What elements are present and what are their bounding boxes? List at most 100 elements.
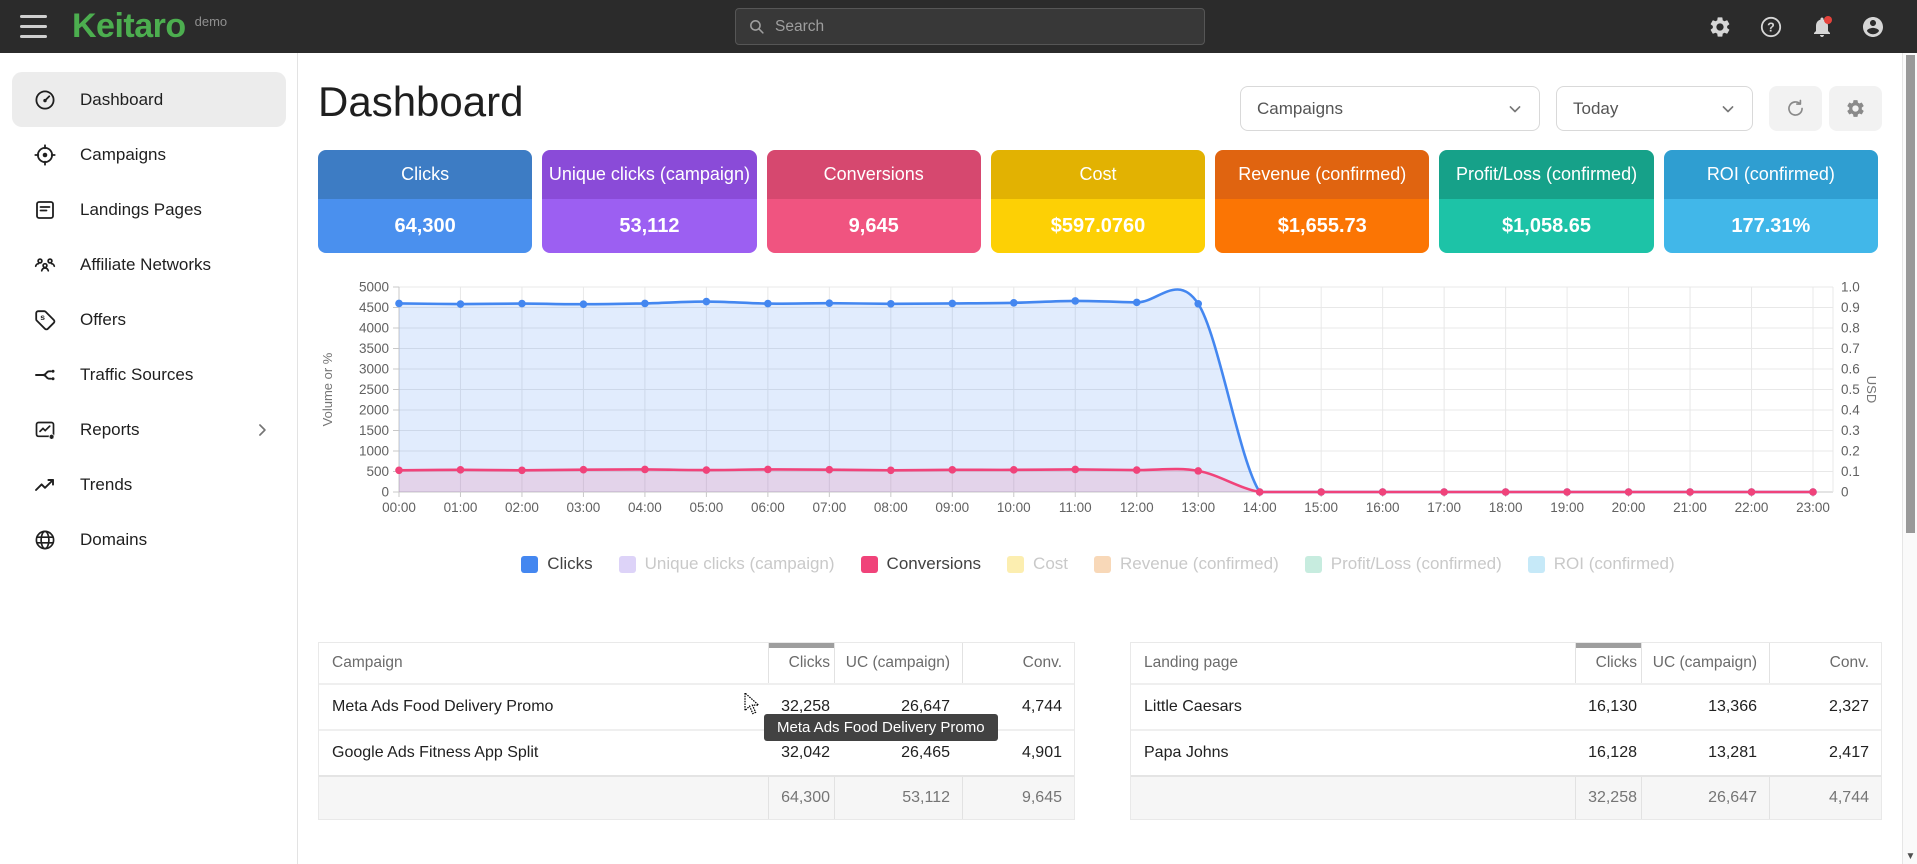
metric-card-clicks[interactable]: Clicks64,300 xyxy=(318,150,532,253)
svg-text:0.4: 0.4 xyxy=(1841,403,1860,418)
svg-text:10:00: 10:00 xyxy=(997,500,1031,515)
totals-value: 64,300 xyxy=(768,777,834,819)
column-header-conv[interactable]: Conv. xyxy=(1769,643,1881,683)
metric-label: Cost xyxy=(991,150,1205,199)
conversions-series xyxy=(395,466,1817,496)
scrollbar-thumb[interactable] xyxy=(1906,55,1915,533)
menu-icon[interactable] xyxy=(20,15,47,38)
metric-label: Unique clicks (campaign) xyxy=(542,150,756,199)
metric-card-conversions[interactable]: Conversions9,645 xyxy=(767,150,981,253)
svg-text:?: ? xyxy=(1767,20,1775,34)
metric-card-roi-confirmed[interactable]: ROI (confirmed)177.31% xyxy=(1664,150,1878,253)
sidebar-item-offers[interactable]: sOffers xyxy=(12,292,286,347)
svg-text:03:00: 03:00 xyxy=(567,500,601,515)
settings-icon[interactable] xyxy=(1708,15,1732,39)
legend-item-roi-confirmed[interactable]: ROI (confirmed) xyxy=(1528,554,1675,574)
metric-card-unique-clicks-campaign[interactable]: Unique clicks (campaign)53,112 xyxy=(542,150,756,253)
metric-label: Revenue (confirmed) xyxy=(1215,150,1429,199)
landing-page-table: Landing pageClicksUC (campaign)Conv.Litt… xyxy=(1130,642,1882,820)
svg-text:1000: 1000 xyxy=(359,444,389,459)
legend-item-profit-loss-confirmed[interactable]: Profit/Loss (confirmed) xyxy=(1305,554,1502,574)
svg-text:1.0: 1.0 xyxy=(1841,280,1860,295)
notification-badge xyxy=(1824,16,1832,24)
chevron-down-icon xyxy=(1505,99,1525,119)
row-name[interactable]: Little Caesars xyxy=(1131,685,1575,729)
column-header-campaign[interactable]: Campaign xyxy=(319,643,768,683)
metric-value: 177.31% xyxy=(1664,199,1878,253)
svg-text:00:00: 00:00 xyxy=(382,500,416,515)
legend-item-cost[interactable]: Cost xyxy=(1007,554,1068,574)
metric-value: $597.0760 xyxy=(991,199,1205,253)
svg-text:14:00: 14:00 xyxy=(1243,500,1277,515)
affiliate-networks-icon xyxy=(33,253,57,277)
svg-text:20:00: 20:00 xyxy=(1612,500,1646,515)
column-header-uc-campaign[interactable]: UC (campaign) xyxy=(1641,643,1769,683)
metric-card-profit-loss-confirmed[interactable]: Profit/Loss (confirmed)$1,058.65 xyxy=(1439,150,1653,253)
column-header-landing-page[interactable]: Landing page xyxy=(1131,643,1575,683)
svg-text:500: 500 xyxy=(366,464,389,479)
table-header-row: CampaignClicksUC (campaign)Conv. xyxy=(319,643,1074,683)
column-header-clicks[interactable]: Clicks xyxy=(768,643,834,683)
legend-swatch xyxy=(1305,556,1322,573)
column-header-clicks[interactable]: Clicks xyxy=(1575,643,1641,683)
search-input[interactable] xyxy=(775,18,1192,36)
table-totals-row: 32,25826,6474,744 xyxy=(1131,775,1881,819)
refresh-button[interactable] xyxy=(1769,86,1822,131)
scroll-down-icon[interactable]: ▼ xyxy=(1903,851,1917,862)
date-range-select[interactable]: Today xyxy=(1556,86,1753,131)
dashboard-chart[interactable]: 50001.045000.940000.835000.730000.625000… xyxy=(318,270,1878,535)
sidebar-item-trends[interactable]: Trends xyxy=(12,457,286,512)
sidebar-item-landings-pages[interactable]: Landings Pages xyxy=(12,182,286,237)
legend-swatch xyxy=(861,556,878,573)
page-scrollbar[interactable]: ▼ xyxy=(1902,53,1917,864)
legend-item-clicks[interactable]: Clicks xyxy=(521,554,592,574)
svg-text:0: 0 xyxy=(1841,485,1849,500)
svg-text:04:00: 04:00 xyxy=(628,500,662,515)
row-value: 16,130 xyxy=(1575,685,1641,729)
svg-text:0.6: 0.6 xyxy=(1841,362,1860,377)
offers-icon: s xyxy=(33,308,57,332)
row-value: 16,128 xyxy=(1575,731,1641,775)
svg-text:17:00: 17:00 xyxy=(1427,500,1461,515)
metric-card-revenue-confirmed[interactable]: Revenue (confirmed)$1,655.73 xyxy=(1215,150,1429,253)
row-name[interactable]: Meta Ads Food Delivery Promo xyxy=(319,685,768,729)
svg-text:0.1: 0.1 xyxy=(1841,464,1860,479)
search-box[interactable] xyxy=(735,8,1205,45)
sidebar-item-reports[interactable]: Reports xyxy=(12,402,286,457)
svg-text:2500: 2500 xyxy=(359,382,389,397)
svg-text:0.8: 0.8 xyxy=(1841,321,1860,336)
chart-settings-button[interactable] xyxy=(1829,86,1882,131)
legend-item-conversions[interactable]: Conversions xyxy=(861,554,982,574)
sidebar-item-traffic-sources[interactable]: Traffic Sources xyxy=(12,347,286,402)
metric-label: ROI (confirmed) xyxy=(1664,150,1878,199)
sidebar-item-domains[interactable]: Domains xyxy=(12,512,286,567)
account-icon[interactable] xyxy=(1861,15,1885,39)
sidebar: DashboardCampaignsLandings PagesAffiliat… xyxy=(0,53,298,864)
column-header-conv[interactable]: Conv. xyxy=(962,643,1074,683)
sidebar-item-dashboard[interactable]: Dashboard xyxy=(12,72,286,127)
metric-value: 9,645 xyxy=(767,199,981,253)
table-row[interactable]: Papa Johns16,12813,2812,417 xyxy=(1131,729,1881,775)
brand-badge: demo xyxy=(195,14,228,29)
brand-logo[interactable]: Keitaro demo xyxy=(72,8,227,44)
legend-item-revenue-confirmed[interactable]: Revenue (confirmed) xyxy=(1094,554,1279,574)
row-name[interactable]: Google Ads Fitness App Split xyxy=(319,731,768,775)
column-header-uc-campaign[interactable]: UC (campaign) xyxy=(834,643,962,683)
chart-legend: Clicks Unique clicks (campaign) Conversion… xyxy=(318,554,1878,574)
totals-value: 4,744 xyxy=(1769,777,1881,819)
svg-text:USD: USD xyxy=(1864,376,1878,403)
svg-text:13:00: 13:00 xyxy=(1181,500,1215,515)
notifications-icon[interactable] xyxy=(1810,15,1834,39)
sort-indicator xyxy=(769,643,834,648)
sidebar-item-campaigns[interactable]: Campaigns xyxy=(12,127,286,182)
row-name[interactable]: Papa Johns xyxy=(1131,731,1575,775)
help-icon[interactable]: ? xyxy=(1759,15,1783,39)
legend-item-unique-clicks-campaign[interactable]: Unique clicks (campaign) xyxy=(619,554,835,574)
svg-text:0: 0 xyxy=(381,485,389,500)
legend-swatch xyxy=(1007,556,1024,573)
group-by-value: Campaigns xyxy=(1257,99,1343,119)
metric-card-cost[interactable]: Cost$597.0760 xyxy=(991,150,1205,253)
group-by-select[interactable]: Campaigns xyxy=(1240,86,1540,131)
table-row[interactable]: Little Caesars16,13013,3662,327 xyxy=(1131,683,1881,729)
sidebar-item-affiliate-networks[interactable]: Affiliate Networks xyxy=(12,237,286,292)
